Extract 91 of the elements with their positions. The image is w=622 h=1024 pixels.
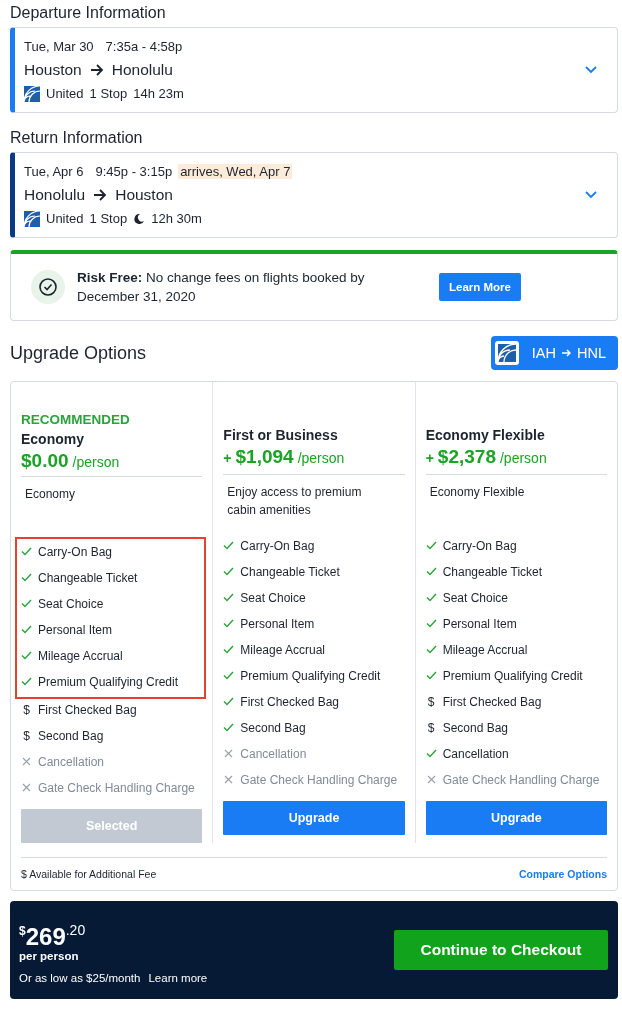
origin-city: Houston [24,60,82,79]
price-prefix: + [223,450,232,466]
total-price: $^{$}$269$^{.20}$ [19,920,87,950]
feature-label: Premium Qualifying Credit [38,674,179,690]
upgrade-button[interactable]: Upgrade [425,801,607,835]
feature-label: Gate Check Handling Charge [38,780,195,796]
section-heading: Upgrade Options [10,342,147,364]
arrow-icon [561,348,572,358]
chevron-down-icon[interactable] [585,66,597,74]
chevron-down-icon[interactable] [585,191,597,199]
fare-description: Economy [24,486,77,503]
feature-label: Personal Item [38,622,113,638]
feature-label: Second Bag [240,720,306,736]
fare-description: Enjoy access to premium cabin amenities [226,484,363,519]
feature-label: Cancellation [38,754,105,770]
feature-label: Personal Item [442,616,517,632]
arrow-icon [93,188,108,201]
dollar-sign: $ [22,702,31,718]
feature-label: Premium Qualifying Credit [240,668,381,684]
feature-label: Personal Item [240,616,315,632]
price-unit: per person [19,949,80,962]
price-prefix: + [425,450,434,466]
fare-price: $2,378 [437,446,496,468]
price-unit: /person [499,450,547,466]
feature-label: Premium Qualifying Credit [442,668,583,684]
flight-card[interactable]: Tue, Apr 6 9:45p - 3:15p arrives, Wed, Apr 7 Honolulu Houston United 1 Stop 12h 30m [10,152,618,238]
airline-logo-icon [494,341,519,365]
flight-card[interactable]: Tue, Mar 30 7:35a - 4:58p Houston Honolulu United 1 Stop 14h 23m [10,27,618,113]
section-heading: Departure Information [10,3,167,23]
flight-times: 9:45p - 3:15p [95,163,173,179]
check-circle-icon [31,270,65,304]
fare-description: Economy Flexible [428,484,526,501]
route-from: IAH [531,345,556,361]
duration: 14h 23m [133,86,184,101]
learn-more-link[interactable]: Learn more [148,971,208,984]
dollar-sign: $ [426,694,436,710]
airline-logo-icon [24,210,40,227]
section-heading: Return Information [10,128,144,148]
financing-text: Or as low as $25/month [19,971,141,984]
airline-name: United [46,86,84,101]
feature-label: Carry-On Bag [240,538,315,554]
notice-text: Risk Free: No change fees on flights booked by December 31, 2020 [77,269,366,306]
fare-name: Economy [21,431,85,447]
feature-label: Seat Choice [240,590,306,606]
upgrade-button[interactable]: Upgrade [223,801,405,835]
destination-city: Honolulu [111,60,173,79]
recommended-label: RECOMMENDED [21,412,131,427]
feature-label: Changeable Ticket [442,564,543,580]
feature-label: Mileage Accrual [38,648,123,664]
feature-label: Carry-On Bag [442,538,517,554]
feature-label: First Checked Bag [38,702,137,718]
duration: 12h 30m [151,211,202,226]
feature-label: Mileage Accrual [240,642,326,658]
flight-date: Tue, Apr 6 [24,163,84,179]
flight-times: 7:35a - 4:58p [105,38,183,54]
feature-label: Cancellation [240,746,307,762]
feature-label: Second Bag [38,728,104,744]
feature-label: Changeable Ticket [38,570,138,586]
arrow-icon [89,63,104,76]
stops: 1 Stop [89,86,128,101]
feature-label: Gate Check Handling Charge [240,772,398,788]
fare-price: $0.00 [21,450,69,472]
compare-options-link[interactable]: Compare Options [518,868,607,880]
footnote: $ Available for Additional Fee [21,868,157,880]
airline-name: United [46,211,84,226]
destination-city: Houston [115,185,173,204]
route-to: HNL [577,345,606,361]
fare-price: $1,094 [235,446,294,468]
dollar-sign: $ [22,728,31,744]
price-unit: /person [72,454,120,470]
feature-label: Seat Choice [442,590,509,606]
feature-label: Changeable Ticket [240,564,340,580]
stops: 1 Stop [89,211,128,226]
feature-label: Seat Choice [38,596,104,612]
feature-label: Gate Check Handling Charge [442,772,600,788]
airline-logo-icon [24,85,40,102]
continue-to-checkout-button[interactable]: Continue to Checkout [394,930,608,970]
feature-label: Second Bag [442,720,509,736]
arrival-note: arrives, Wed, Apr 7 [178,163,293,179]
price-unit: /person [297,450,345,466]
feature-label: Cancellation [442,746,509,762]
fare-name: Economy Flexible [425,427,546,443]
origin-city: Honolulu [24,185,86,204]
fare-name: First or Business [223,427,339,443]
learn-more-button[interactable]: Learn More [439,273,521,301]
flight-date: Tue, Mar 30 [24,38,94,54]
feature-label: Mileage Accrual [442,642,528,658]
dollar-sign: $ [426,720,436,736]
feature-label: Carry-On Bag [38,544,113,560]
feature-label: First Checked Bag [240,694,340,710]
feature-label: First Checked Bag [442,694,542,710]
